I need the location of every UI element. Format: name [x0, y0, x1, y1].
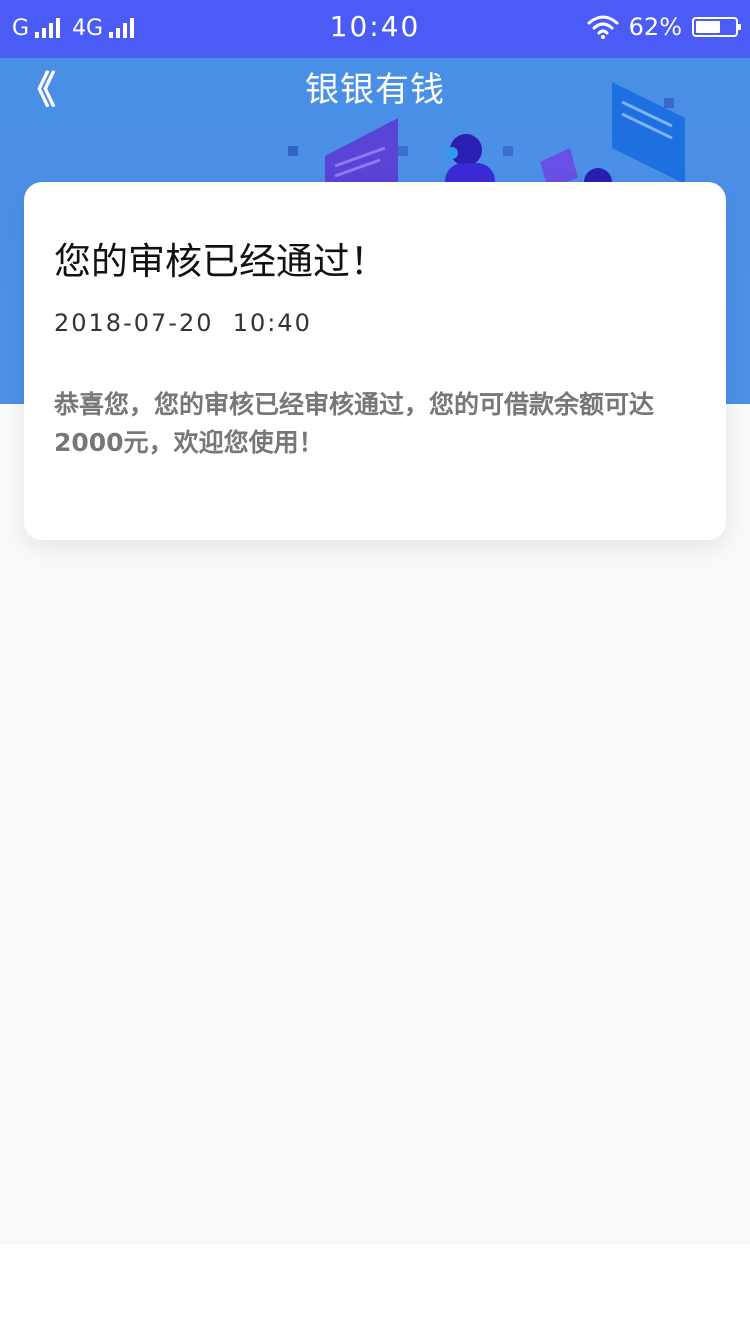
header-illustration: [288, 82, 685, 198]
status-right: 62%: [587, 12, 741, 42]
wifi-icon: [587, 15, 619, 39]
notice-title: 您的审核已经通过！: [54, 240, 387, 283]
status-bar: G 4G 10:40 62%: [0, 0, 750, 58]
battery-level: [696, 21, 720, 33]
notice-body: 恭喜您，您的审核已经审核通过，您的可借款余额可达2000元，欢迎您使用！: [54, 390, 655, 457]
notice-datetime: 2018-07-20 10:40: [54, 309, 312, 337]
notice-card: 您的审核已经通过！ 2018-07-20 10:40 恭喜您，您的审核已经审核通…: [24, 182, 726, 540]
battery-percent: 62%: [628, 13, 682, 41]
bottom-area: [0, 1244, 750, 1334]
battery-icon: [692, 17, 741, 37]
